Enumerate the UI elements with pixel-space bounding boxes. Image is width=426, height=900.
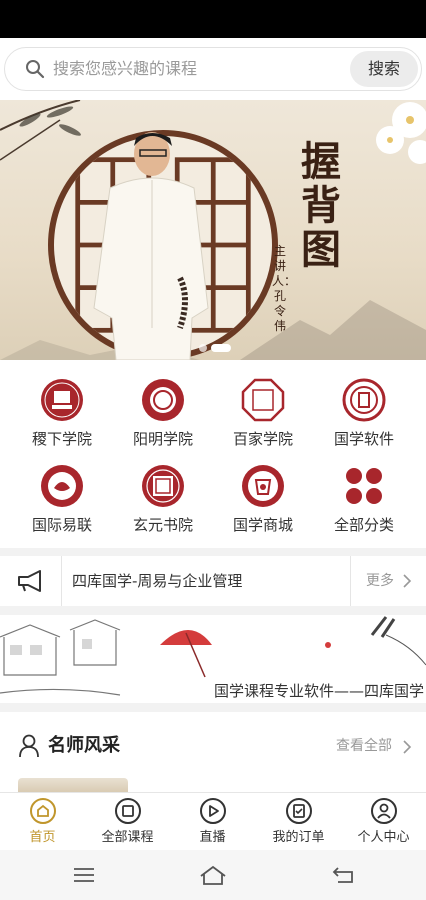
- baijia-academy-icon: [241, 378, 285, 422]
- bottom-tab-bar: 首页 全部课程 直播 我的订单 个人中心: [0, 792, 426, 850]
- category-xuanyuan[interactable]: 玄元书院: [110, 464, 216, 534]
- status-bar: [0, 0, 426, 38]
- divider: [61, 556, 62, 606]
- tab-label: 我的订单: [272, 830, 325, 845]
- promo-text: 国学课程专业软件——四库国学: [213, 682, 424, 700]
- chevron-right-icon: [403, 574, 412, 588]
- category-yangming[interactable]: 阳明学院: [110, 378, 216, 448]
- category-label: 稷下学院: [31, 430, 92, 448]
- back-icon[interactable]: [332, 864, 356, 886]
- featured-teachers-section: 名师风采 查看全部: [0, 712, 426, 792]
- jixia-academy-icon: [41, 379, 83, 421]
- banner-title: 握背图: [301, 138, 341, 273]
- category-label: 全部分类: [333, 516, 394, 534]
- category-baijia[interactable]: 百家学院: [210, 378, 316, 448]
- notice-more-link[interactable]: 更多: [366, 571, 394, 591]
- banner-lecturer: 主讲人：孔令伟: [272, 244, 297, 333]
- xuanyuan-academy-icon: [142, 465, 184, 507]
- pagination-dot-active: [211, 344, 231, 352]
- divider: [350, 556, 351, 606]
- category-guoxue-software[interactable]: 国学软件: [311, 378, 417, 448]
- notice-bar[interactable]: 四库国学-周易与企业管理 更多: [0, 556, 426, 606]
- search-bar: 搜索您感兴趣的课程 搜索: [0, 38, 426, 100]
- category-label: 国学商城: [232, 516, 293, 534]
- courses-icon: [114, 798, 141, 824]
- all-categories-icon: [346, 468, 382, 504]
- category-guoxue-mall[interactable]: 国学商城: [210, 464, 316, 534]
- tab-label: 直播: [199, 830, 226, 845]
- profile-icon: [370, 798, 397, 824]
- tab-home[interactable]: 首页: [0, 797, 85, 847]
- search-button[interactable]: 搜索: [350, 51, 418, 87]
- teacher-card-thumbnail[interactable]: [18, 778, 128, 792]
- teacher-portrait: [93, 132, 209, 360]
- tab-all-courses[interactable]: 全部课程: [85, 797, 170, 847]
- banner-pagination: [199, 344, 231, 352]
- menu-icon[interactable]: [72, 864, 96, 886]
- live-icon: [199, 798, 226, 824]
- tab-label: 全部课程: [101, 830, 154, 845]
- promo-banner[interactable]: 国学课程专业软件——四库国学: [0, 615, 426, 703]
- home-nav-icon[interactable]: [199, 864, 227, 886]
- guoxue-mall-icon: [242, 465, 284, 507]
- orders-icon: [285, 798, 312, 824]
- yangming-academy-icon: [142, 379, 184, 421]
- tab-live[interactable]: 直播: [170, 797, 255, 847]
- tab-label: 首页: [29, 830, 56, 845]
- category-label: 玄元书院: [132, 516, 193, 534]
- tab-profile[interactable]: 个人中心: [341, 797, 426, 847]
- section-title: 名师风采: [48, 735, 120, 756]
- search-icon: [26, 60, 45, 79]
- category-label: 阳明学院: [132, 430, 193, 448]
- category-label: 百家学院: [232, 430, 293, 448]
- view-all-link[interactable]: 查看全部: [336, 737, 392, 755]
- search-placeholder: 搜索您感兴趣的课程: [53, 59, 198, 78]
- tab-label: 个人中心: [357, 830, 410, 845]
- banner-carousel[interactable]: 主讲人：孔令伟 握背图: [0, 100, 426, 360]
- home-icon: [29, 798, 56, 824]
- chevron-right-icon: [403, 740, 412, 754]
- category-label: 国学软件: [333, 430, 394, 448]
- category-international-yilian[interactable]: 国际易联: [9, 464, 115, 534]
- person-icon: [19, 734, 39, 758]
- search-input[interactable]: 搜索您感兴趣的课程 搜索: [4, 47, 422, 91]
- category-all[interactable]: 全部分类: [311, 464, 417, 534]
- tab-my-orders[interactable]: 我的订单: [256, 797, 341, 847]
- category-label: 国际易联: [31, 516, 92, 534]
- category-jixia[interactable]: 稷下学院: [9, 378, 115, 448]
- guoxue-software-icon: [342, 378, 386, 422]
- system-navigation-bar: [0, 850, 426, 900]
- category-grid: 稷下学院 阳明学院 百家学院 国学软件 国际易联 玄元书院 国学商城 全部分类: [0, 360, 426, 548]
- pagination-dot: [199, 344, 207, 352]
- international-yilian-icon: [41, 465, 83, 507]
- megaphone-icon: [18, 570, 41, 592]
- notice-text[interactable]: 四库国学-周易与企业管理: [72, 571, 242, 591]
